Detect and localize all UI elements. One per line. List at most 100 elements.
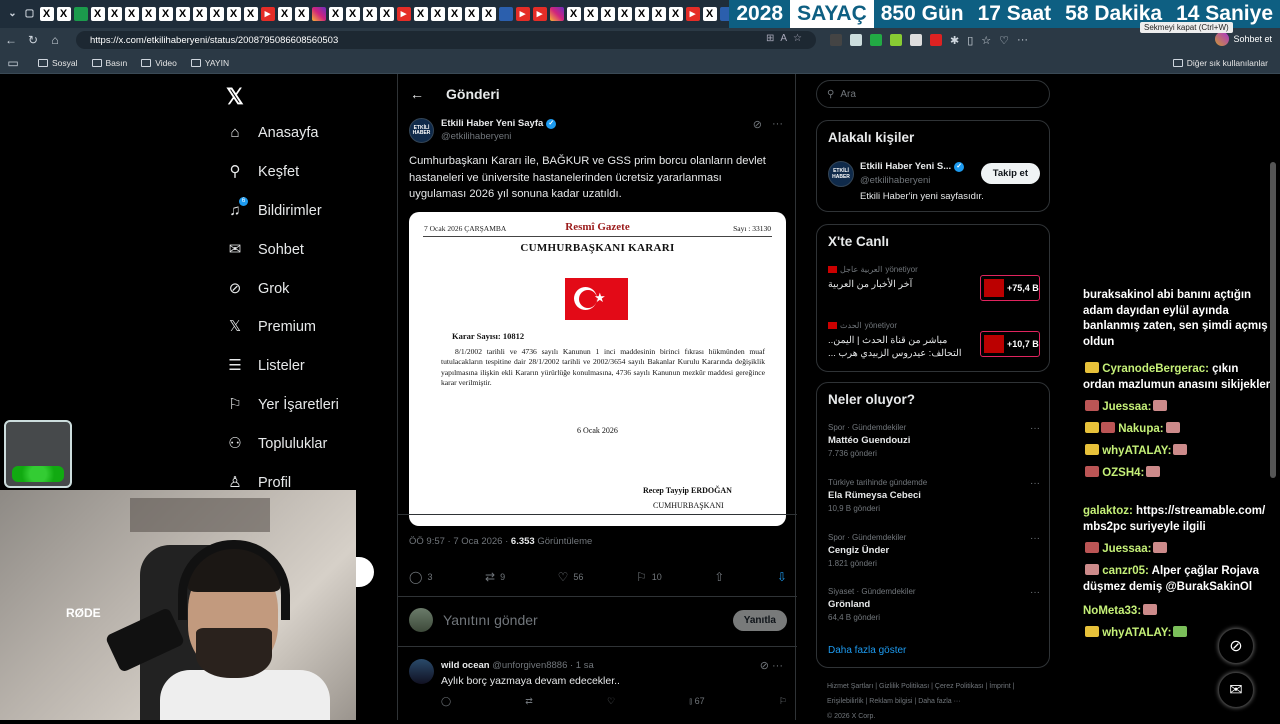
gazette-image[interactable]: 7 Ocak 2026 ÇARŞAMBA Resmî Gazete Sayı :… [409, 212, 786, 526]
live-thumbnail[interactable]: +75,4 B [980, 275, 1040, 301]
footer-link[interactable]: Daha fazla ··· [918, 698, 960, 705]
tab-x-icon[interactable]: X [107, 7, 122, 21]
more-icon[interactable]: ··· [1030, 533, 1040, 544]
repost-button[interactable]: ⇄ 9 [485, 570, 505, 584]
avatar[interactable] [409, 659, 434, 684]
bookmark-folder[interactable]: Sosyal [38, 58, 78, 68]
back-arrow-icon[interactable]: ← [0, 33, 22, 47]
share-button[interactable]: ⇧ [714, 570, 724, 584]
url-field[interactable]: https://x.com/etkilihaberyeni/status/200… [76, 31, 816, 49]
avatar[interactable] [409, 608, 433, 632]
reply-input[interactable]: Yanıtını gönder [443, 612, 538, 628]
author-handle[interactable]: @etkilihaberyeni [441, 131, 556, 142]
tab-x-icon[interactable]: X [481, 7, 496, 21]
tab-youtube-icon[interactable]: ▸ [260, 7, 275, 21]
tab-site-icon[interactable] [719, 7, 730, 21]
tab-x-icon[interactable]: X [328, 7, 343, 21]
person-name-row[interactable]: Etkili Haber Yeni S... ✓ [860, 161, 965, 172]
home-icon[interactable]: ⌂ [44, 33, 66, 47]
other-bookmarks[interactable]: Diğer sık kullanılanlar [1172, 58, 1268, 68]
url-text[interactable]: https://x.com/etkilihaberyeni/status/200… [90, 35, 338, 46]
more-icon[interactable]: ··· [1017, 34, 1028, 47]
nav-item-chat[interactable]: ✉ Sohbet [226, 241, 304, 259]
split-screen-icon[interactable]: ▯ [967, 34, 973, 47]
x-logo-icon[interactable]: 𝕏 [226, 84, 244, 110]
tab-x-icon[interactable]: X [668, 7, 683, 21]
more-icon[interactable]: ··· [1030, 587, 1040, 598]
nav-item-communities[interactable]: ⚇ Topluluklar [226, 435, 327, 453]
reply-button[interactable]: Yanıtla [732, 609, 787, 631]
tab-instagram-icon[interactable] [311, 7, 326, 21]
footer-link[interactable]: İmprint [989, 683, 1010, 690]
tab-x-icon[interactable]: X [583, 7, 598, 21]
tab-x-icon[interactable]: X [617, 7, 632, 21]
person-handle[interactable]: @etkilihaberyeni [860, 175, 930, 186]
tab-x-icon[interactable]: X [141, 7, 156, 21]
footer-link[interactable]: Çerez Politikası [935, 683, 984, 690]
tab-list-icon[interactable]: ⌄ [6, 7, 20, 21]
tab-x-icon[interactable]: X [566, 7, 581, 21]
tablet-icon[interactable]: ▭ [2, 56, 24, 70]
grok-icon[interactable]: ⊘ [753, 118, 762, 131]
tab-youtube-icon[interactable]: ▸ [532, 7, 547, 21]
extension-icon[interactable] [890, 33, 902, 46]
back-arrow-icon[interactable]: ← [410, 86, 424, 102]
extension-icon[interactable] [930, 33, 942, 46]
live-item[interactable]: العربية عاجل yönetiyor آخر الأخبار من الع… [828, 265, 1040, 301]
nav-item-notifications[interactable]: ♫ 6 Bildirimler [226, 197, 322, 220]
tab-instagram-icon[interactable] [549, 7, 564, 21]
views-button[interactable]: ⫾ 67 [689, 696, 704, 707]
extension-icon[interactable] [850, 33, 862, 46]
nav-item-explore[interactable]: ⚲ Keşfet [226, 163, 300, 181]
repost-icon[interactable]: ⇄ [525, 696, 533, 707]
tab-x-icon[interactable]: X [226, 7, 241, 21]
tab-x-icon[interactable]: X [277, 7, 292, 21]
workspaces-icon[interactable]: ▢ [23, 7, 37, 21]
bookmark-button[interactable]: ⚐ 10 [636, 570, 662, 584]
tab-x-icon[interactable]: X [447, 7, 462, 21]
tab-x-icon[interactable]: X [39, 7, 54, 21]
address-actions[interactable]: ⊞A☆ [766, 33, 808, 44]
tab-x-icon[interactable]: X [209, 7, 224, 21]
reload-icon[interactable]: ↻ [22, 33, 44, 47]
grok-button[interactable]: ⊘ [1218, 628, 1254, 664]
tab-x-icon[interactable]: X [345, 7, 360, 21]
author-name-row[interactable]: Etkili Haber Yeni Sayfa ✓ [441, 118, 557, 129]
bookmark-folder[interactable]: Video [141, 58, 177, 68]
nav-item-grok[interactable]: ⊘ Grok [226, 280, 290, 298]
nav-item-home[interactable]: ⌂ Anasayfa [226, 124, 318, 142]
avatar[interactable]: ETKİLİ HABER [828, 161, 854, 187]
tab-x-icon[interactable]: X [243, 7, 258, 21]
trend-item[interactable]: Spor · Gündemdekiler Mattéo Guendouzi 7.73… [828, 423, 1040, 458]
nav-item-lists[interactable]: ☰ Listeler [226, 357, 304, 375]
more-icon[interactable]: ··· [772, 118, 783, 131]
tab-site-icon[interactable] [73, 7, 88, 21]
footer-link[interactable]: Hizmet Şartları [827, 683, 873, 690]
collections-icon[interactable]: ♡ [999, 34, 1009, 47]
nav-item-bookmarks[interactable]: ⚐ Yer İşaretleri [226, 396, 339, 414]
tab-youtube-icon[interactable]: ▸ [515, 7, 530, 21]
tab-x-icon[interactable]: X [464, 7, 479, 21]
follow-button[interactable]: Takip et [980, 163, 1040, 184]
footer-link[interactable]: Gizlilik Politikası [879, 683, 929, 690]
bookmark-folder[interactable]: Basın [91, 58, 127, 68]
tweet-time[interactable]: ÖÖ 9:57 · 7 Oca 2026 · [409, 536, 511, 547]
extension-icon[interactable] [870, 33, 882, 46]
reply-button[interactable]: ◯ 3 [409, 570, 432, 584]
bookmark-icon[interactable]: ⚐ [779, 696, 787, 707]
reply-author-handle[interactable]: @unforgiven8886 · 1 sa [492, 660, 594, 671]
avatar[interactable]: ETKİLİ HABER [409, 118, 434, 143]
bookmark-folder[interactable]: YAYIN [190, 58, 229, 68]
trend-item[interactable]: Siyaset · Gündemdekiler Grönland 64,4 B gö… [828, 587, 1040, 622]
show-more-link[interactable]: Daha fazla göster [828, 645, 906, 656]
puzzle-icon[interactable]: ✱ [950, 34, 959, 47]
footer-link[interactable]: Erişilebilirlik [827, 698, 864, 705]
tab-strip[interactable]: ⌄ ▢ X X X X X X X X X X X X ▸ X X X X X … [0, 0, 730, 28]
download-button[interactable]: ⇩ [777, 570, 787, 584]
tab-x-icon[interactable]: X [430, 7, 445, 21]
live-item[interactable]: الحدث yönetiyor مباشر من قناة الحدث | الي… [828, 321, 1040, 360]
copilot-chat-button[interactable]: Sohbet et [1215, 32, 1272, 46]
search-input[interactable]: ⚲ Ara [816, 80, 1050, 108]
trend-item[interactable]: Türkiye tarihinde gündemde Ela Rümeysa Ce… [828, 478, 1040, 513]
tab-x-icon[interactable]: X [634, 7, 649, 21]
